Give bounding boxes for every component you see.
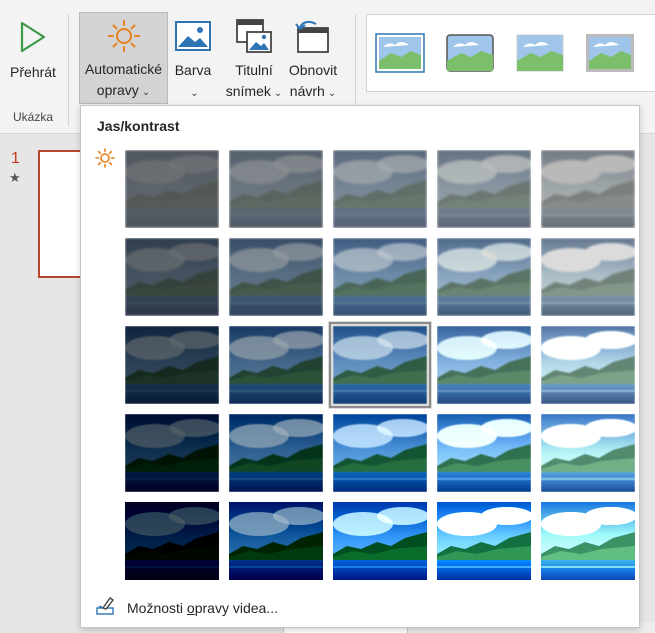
brightness-contrast-preset[interactable] <box>229 150 323 228</box>
reset-design-button[interactable]: Obnovit návrh ⌄ <box>284 12 342 104</box>
poster-frame-label-2: snímek <box>225 83 271 99</box>
color-label: Barva <box>174 62 212 78</box>
reset-design-label-1: Obnovit <box>288 62 338 78</box>
brightness-contrast-preset[interactable] <box>437 238 531 316</box>
brightness-contrast-preset[interactable] <box>229 502 323 580</box>
footer-text-accesskey: o <box>186 599 195 616</box>
poster-frame-label-1: Titulní <box>235 62 273 78</box>
poster-frame-button[interactable]: Titulní snímek ⌄ <box>226 12 282 104</box>
dropdown-title: Jas/kontrast <box>97 118 180 134</box>
brightness-contrast-preset[interactable] <box>541 150 635 228</box>
brightness-contrast-preset[interactable] <box>541 326 635 404</box>
brightness-contrast-preset[interactable] <box>229 326 323 404</box>
footer-text-prefix: Možnosti <box>127 599 187 616</box>
reset-design-label-2: návrh <box>289 83 325 99</box>
paint-brush-icon <box>95 596 117 619</box>
brightness-contrast-preset[interactable] <box>125 150 219 228</box>
chevron-down-icon: ⌄ <box>190 88 199 99</box>
brightness-contrast-preset[interactable] <box>541 414 635 492</box>
brightness-contrast-preset[interactable] <box>125 238 219 316</box>
video-style-thumbnail[interactable] <box>585 33 635 73</box>
footer-text-suffix: pravy videa... <box>194 599 278 616</box>
play-button[interactable]: Přehrát <box>4 12 62 104</box>
group-label-preview: Ukázka <box>12 110 53 124</box>
sun-icon <box>107 13 141 59</box>
picture-icon <box>175 12 211 60</box>
video-style-thumbnail[interactable] <box>375 33 425 73</box>
brightness-contrast-preset[interactable] <box>125 326 219 404</box>
video-style-thumbnail[interactable] <box>445 33 495 73</box>
brightness-contrast-preset[interactable] <box>229 414 323 492</box>
play-label: Přehrát <box>10 64 56 80</box>
reset-design-icon <box>294 12 332 60</box>
brightness-contrast-preset[interactable] <box>437 502 531 580</box>
brightness-contrast-dropdown: Jas/kontrast Možnosti opravy videa... <box>80 105 640 628</box>
brightness-contrast-preset[interactable] <box>541 238 635 316</box>
brightness-contrast-preset[interactable] <box>229 238 323 316</box>
video-styles-gallery <box>366 14 655 92</box>
brightness-contrast-preset[interactable] <box>125 502 219 580</box>
chevron-down-icon: ⌄ <box>141 87 151 98</box>
brightness-contrast-preset[interactable] <box>329 322 431 408</box>
poster-frame-icon <box>235 12 273 60</box>
auto-corrections-button[interactable]: Automatické opravy ⌄ <box>79 12 168 104</box>
brightness-contrast-preset[interactable] <box>437 326 531 404</box>
color-button[interactable]: Barva ⌄ <box>170 12 216 104</box>
sun-icon <box>95 148 115 171</box>
video-correction-options-link[interactable]: Možnosti opravy videa... <box>95 596 278 619</box>
play-icon <box>18 12 48 62</box>
brightness-contrast-preset[interactable] <box>333 502 427 580</box>
brightness-contrast-preset[interactable] <box>333 414 427 492</box>
brightness-contrast-preset[interactable] <box>333 238 427 316</box>
auto-corrections-label-2: opravy <box>96 82 139 98</box>
slide-number: 1 <box>11 150 20 167</box>
animation-star-icon: ★ <box>9 170 21 185</box>
group-separator <box>68 14 69 126</box>
video-style-thumbnail[interactable] <box>515 33 565 73</box>
chevron-down-icon: ⌄ <box>327 88 337 99</box>
auto-corrections-label-1: Automatické <box>84 61 163 77</box>
chevron-down-icon: ⌄ <box>273 88 283 99</box>
brightness-contrast-preset[interactable] <box>437 414 531 492</box>
brightness-contrast-preset[interactable] <box>333 150 427 228</box>
brightness-contrast-preset[interactable] <box>125 414 219 492</box>
brightness-contrast-preset[interactable] <box>437 150 531 228</box>
brightness-contrast-preset[interactable] <box>541 502 635 580</box>
